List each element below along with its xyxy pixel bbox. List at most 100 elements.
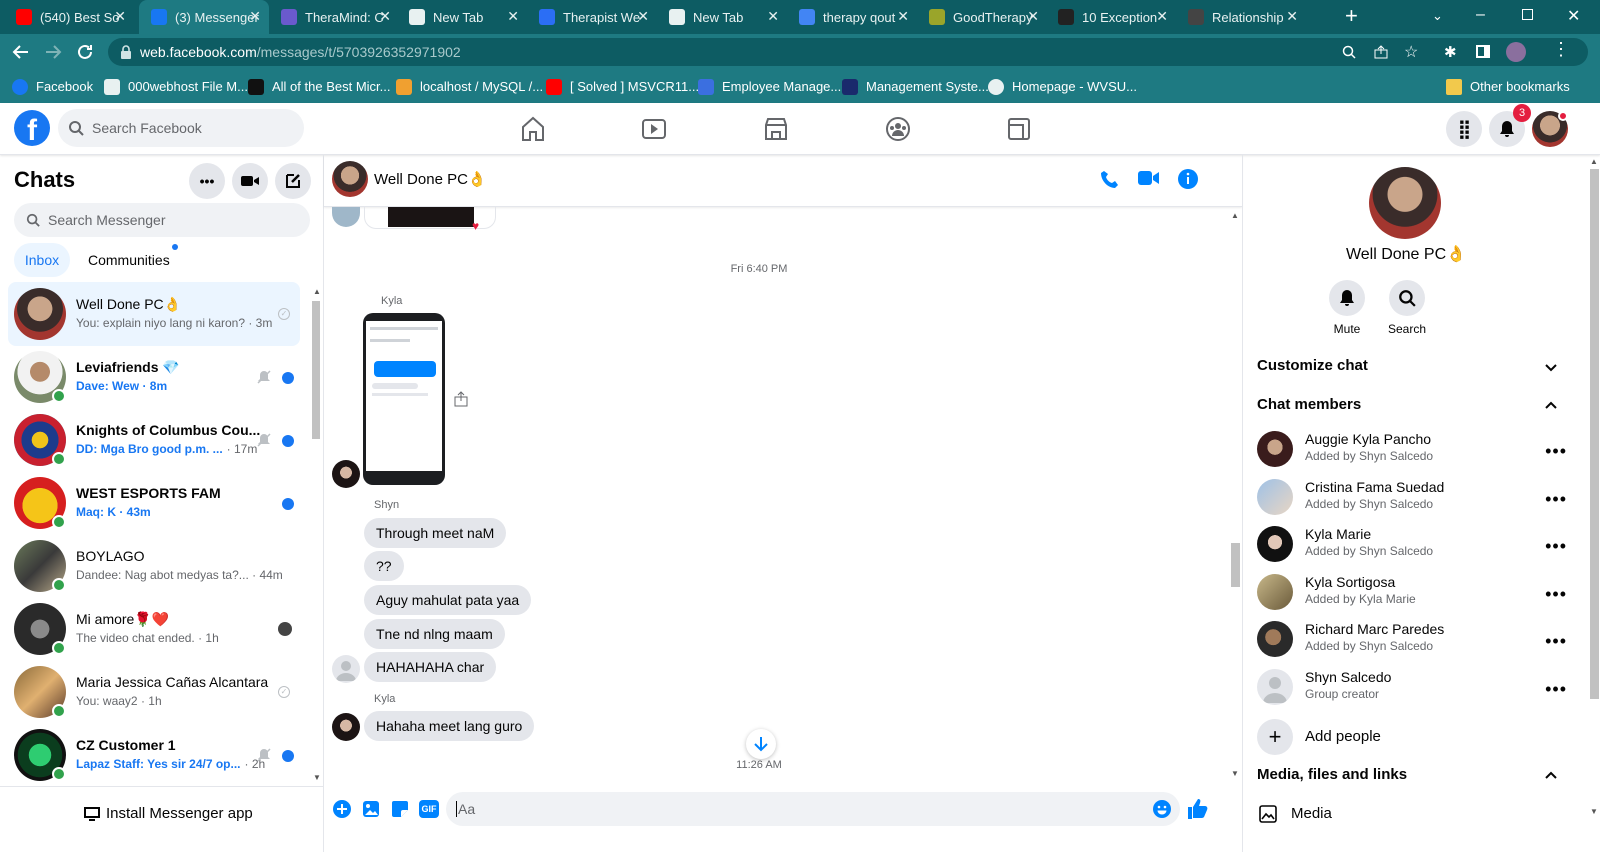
- close-tab-icon[interactable]: ✕: [897, 8, 909, 25]
- sender-avatar-kyla[interactable]: [332, 713, 360, 741]
- watch-icon[interactable]: [638, 113, 670, 145]
- bookmark-star-icon[interactable]: ☆: [1404, 42, 1418, 62]
- message-bubble[interactable]: ??: [364, 551, 404, 581]
- other-bookmarks[interactable]: Other bookmarks: [1446, 70, 1570, 103]
- bookmark-item[interactable]: localhost / MySQL /...: [396, 70, 543, 103]
- bookmark-item[interactable]: [ Solved ] MSVCR11...: [546, 70, 699, 103]
- emoji-icon[interactable]: [1152, 799, 1172, 819]
- new-message-button[interactable]: [275, 163, 311, 199]
- home-icon[interactable]: [517, 113, 549, 145]
- chat-list-item[interactable]: Knights of Columbus Cou... DD: Mga Bro go…: [8, 408, 300, 472]
- share-icon[interactable]: [1374, 45, 1388, 59]
- close-tab-icon[interactable]: ✕: [507, 8, 519, 25]
- message-bubble[interactable]: Tne nd nlng maam: [364, 619, 505, 649]
- new-tab-button[interactable]: +: [1345, 5, 1358, 27]
- bookmark-item[interactable]: Management Syste...: [842, 70, 989, 103]
- address-bar[interactable]: web.facebook.com/messages/t/570392635297…: [108, 38, 1588, 66]
- chat-member-row[interactable]: Cristina Fama Suedad Added by Shyn Salced…: [1257, 475, 1577, 523]
- phone-icon[interactable]: [1100, 169, 1120, 189]
- browser-menu-icon[interactable]: ⋮: [1552, 40, 1570, 58]
- conversation-title[interactable]: Well Done PC👌: [374, 170, 487, 188]
- bookmark-item[interactable]: Homepage - WVSU...: [988, 70, 1137, 103]
- close-tab-icon[interactable]: ✕: [1286, 8, 1298, 25]
- message-input[interactable]: Aa: [446, 792, 1180, 826]
- more-icon[interactable]: •••: [1545, 584, 1567, 605]
- tab-search-icon[interactable]: ⌄: [1432, 8, 1443, 24]
- gaming-icon[interactable]: [1003, 113, 1035, 145]
- customize-chat-section[interactable]: Customize chat: [1257, 357, 1567, 374]
- message-bubble[interactable]: HAHAHAHA char: [364, 652, 497, 682]
- plus-circle-icon[interactable]: [332, 799, 352, 819]
- message-bubble[interactable]: Hahaha meet lang guro: [364, 711, 535, 741]
- add-people-button[interactable]: + Add people: [1257, 717, 1567, 757]
- conversation-scrollbar[interactable]: ▲ ▼: [1228, 207, 1242, 783]
- scroll-to-bottom-button[interactable]: [746, 729, 776, 759]
- browser-tab[interactable]: therapy qout ✕: [787, 0, 917, 34]
- media-item[interactable]: Media: [1257, 803, 1557, 827]
- more-icon[interactable]: •••: [1545, 631, 1567, 652]
- more-icon[interactable]: •••: [1545, 536, 1567, 557]
- chat-member-row[interactable]: Richard Marc Paredes Added by Shyn Salced…: [1257, 617, 1577, 665]
- message-bubble[interactable]: Through meet naM: [364, 518, 507, 548]
- conversation-avatar[interactable]: [332, 161, 368, 197]
- facebook-logo[interactable]: f: [14, 110, 50, 146]
- close-tab-icon[interactable]: ✕: [114, 8, 126, 25]
- mute-button[interactable]: Mute: [1327, 280, 1367, 336]
- scrollbar-thumb[interactable]: [312, 301, 320, 439]
- forward-icon[interactable]: [44, 43, 62, 61]
- heart-reaction[interactable]: ♥: [472, 219, 479, 233]
- install-app-bar[interactable]: Install Messenger app: [0, 786, 323, 852]
- browser-tab[interactable]: New Tab ✕: [397, 0, 527, 34]
- chat-member-row[interactable]: Shyn Salcedo Group creator •••: [1257, 665, 1577, 713]
- search-in-chat-button[interactable]: Search: [1387, 280, 1427, 336]
- groups-icon[interactable]: [882, 113, 914, 145]
- more-icon[interactable]: •••: [1545, 679, 1567, 700]
- messenger-search[interactable]: Search Messenger: [14, 203, 310, 237]
- chat-member-row[interactable]: Kyla Marie Added by Shyn Salcedo •••: [1257, 522, 1577, 570]
- sender-avatar-kyla[interactable]: [332, 460, 360, 488]
- close-tab-icon[interactable]: ✕: [249, 8, 261, 25]
- details-scrollbar[interactable]: ▲ ▼: [1587, 155, 1600, 852]
- browser-tab[interactable]: TheraMind: C ✕: [269, 0, 399, 34]
- browser-tab[interactable]: Relationship ✕: [1176, 0, 1306, 34]
- profile-avatar[interactable]: [1506, 42, 1526, 62]
- tab-inbox[interactable]: Inbox: [14, 243, 70, 277]
- media-files-section[interactable]: Media, files and links: [1257, 766, 1567, 783]
- chat-list-item[interactable]: Well Done PC👌 You: explain niyo lang ni k…: [8, 282, 300, 346]
- screenshot-message[interactable]: [363, 313, 445, 485]
- close-tab-icon[interactable]: ✕: [1156, 8, 1168, 25]
- zoom-icon[interactable]: [1342, 45, 1356, 59]
- gif-button[interactable]: GIF: [419, 800, 439, 818]
- chat-member-row[interactable]: Auggie Kyla Pancho Added by Shyn Salcedo •…: [1257, 427, 1577, 475]
- chat-list-item[interactable]: CZ Customer 1 Lapaz Staff: Yes sir 24/7 o…: [8, 723, 300, 787]
- bookmark-item[interactable]: All of the Best Micr...: [248, 70, 391, 103]
- more-icon[interactable]: •••: [1545, 441, 1567, 462]
- tab-communities[interactable]: Communities: [78, 243, 180, 277]
- group-avatar[interactable]: [1369, 167, 1441, 239]
- video-call-icon[interactable]: [1138, 170, 1160, 186]
- close-tab-icon[interactable]: ✕: [379, 8, 391, 25]
- chats-scrollbar[interactable]: ▲ ▼: [310, 287, 322, 783]
- scrollbar-thumb[interactable]: [1231, 543, 1240, 587]
- photo-icon[interactable]: [361, 799, 381, 819]
- chat-list-item[interactable]: WEST ESPORTS FAM Maq: K · 43m: [8, 471, 300, 535]
- scrollbar-thumb[interactable]: [1590, 169, 1599, 699]
- browser-tab[interactable]: 10 Exception ✕: [1046, 0, 1176, 34]
- close-tab-icon[interactable]: ✕: [767, 8, 779, 25]
- message-bubble[interactable]: Aguy mahulat pata yaa: [364, 585, 532, 615]
- menu-button[interactable]: ⣿: [1446, 111, 1482, 147]
- restore-button[interactable]: [1522, 9, 1533, 20]
- like-icon[interactable]: [1186, 798, 1208, 820]
- marketplace-icon[interactable]: [760, 113, 792, 145]
- browser-tab[interactable]: New Tab ✕: [657, 0, 787, 34]
- browser-tab[interactable]: Therapist We ✕: [527, 0, 657, 34]
- sticker-icon[interactable]: [390, 799, 410, 819]
- chat-options-button[interactable]: •••: [189, 163, 225, 199]
- bookmark-item[interactable]: Facebook: [12, 70, 93, 103]
- more-icon[interactable]: •••: [1545, 489, 1567, 510]
- close-tab-icon[interactable]: ✕: [1027, 8, 1039, 25]
- close-tab-icon[interactable]: ✕: [637, 8, 649, 25]
- chat-list-item[interactable]: BOYLAGO Dandee: Nag abot medyas ta?... · …: [8, 534, 300, 598]
- browser-tab[interactable]: (540) Best So ✕: [4, 0, 134, 34]
- reload-icon[interactable]: [76, 43, 94, 61]
